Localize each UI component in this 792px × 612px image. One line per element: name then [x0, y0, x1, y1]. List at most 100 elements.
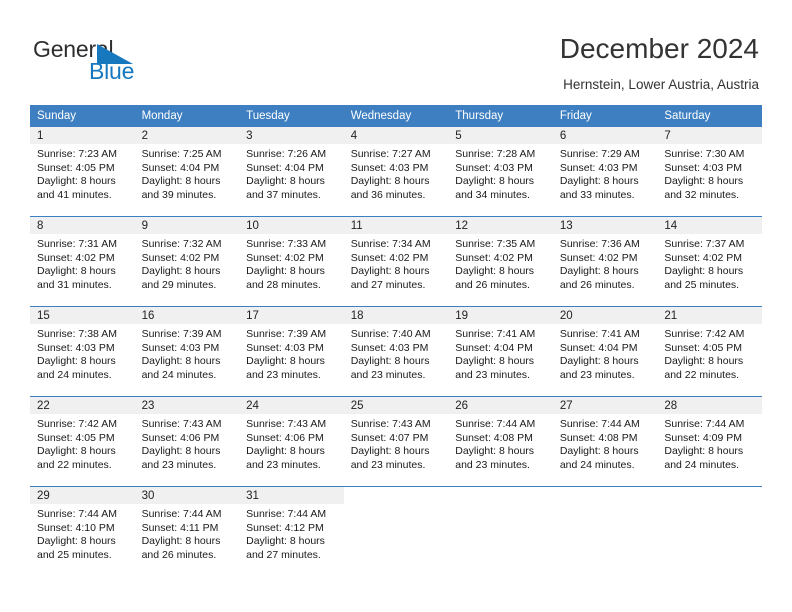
calendar-day-cell[interactable]: 30 Sunrise: 7:44 AM Sunset: 4:11 PM Dayl…: [134, 486, 240, 576]
sunset-text: Sunset: 4:03 PM: [350, 341, 429, 354]
calendar-day-cell[interactable]: 5 Sunrise: 7:28 AM Sunset: 4:03 PM Dayli…: [448, 127, 553, 217]
daylight-text-line1: Daylight: 8 hours: [559, 265, 639, 278]
sunset-text: Sunset: 4:02 PM: [455, 251, 533, 264]
calendar-day-cell[interactable]: 3 Sunrise: 7:26 AM Sunset: 4:04 PM Dayli…: [239, 127, 344, 217]
calendar-day-cell[interactable]: 11 Sunrise: 7:34 AM Sunset: 4:02 PM Dayl…: [343, 216, 449, 307]
calendar-day-cell[interactable]: 22 Sunrise: 7:42 AM Sunset: 4:05 PM Dayl…: [30, 396, 135, 487]
sunrise-text: Sunrise: 7:36 AM: [559, 238, 640, 250]
daylight-text-line2: and 24 minutes.: [664, 458, 740, 471]
sunset-text: Sunset: 4:03 PM: [246, 341, 324, 354]
page-title: December 2024: [559, 33, 759, 64]
calendar-day-cell[interactable]: 17 Sunrise: 7:39 AM Sunset: 4:03 PM Dayl…: [239, 306, 344, 397]
daylight-text-line1: Daylight: 8 hours: [664, 445, 744, 458]
daylight-text-line1: Daylight: 8 hours: [455, 175, 535, 188]
sunset-text: Sunset: 4:10 PM: [37, 521, 115, 534]
sunset-text: Sunset: 4:02 PM: [246, 251, 324, 264]
calendar-day-cell[interactable]: 16 Sunrise: 7:39 AM Sunset: 4:03 PM Dayl…: [134, 306, 240, 397]
sunset-text: Sunset: 4:02 PM: [664, 251, 743, 264]
calendar-day-cell[interactable]: 28 Sunrise: 7:44 AM Sunset: 4:09 PM Dayl…: [657, 396, 762, 487]
calendar-week-row: 29 Sunrise: 7:44 AM Sunset: 4:10 PM Dayl…: [30, 486, 762, 576]
daylight-text-line1: Daylight: 8 hours: [246, 445, 325, 458]
calendar-day-cell[interactable]: 18 Sunrise: 7:40 AM Sunset: 4:03 PM Dayl…: [343, 306, 449, 397]
sunset-text: Sunset: 4:04 PM: [141, 161, 220, 174]
calendar-day-cell[interactable]: 10 Sunrise: 7:33 AM Sunset: 4:02 PM Dayl…: [239, 216, 344, 307]
calendar-day-cell[interactable]: 14 Sunrise: 7:37 AM Sunset: 4:02 PM Dayl…: [657, 216, 762, 307]
daylight-text-line2: and 28 minutes.: [246, 278, 321, 291]
daylight-text-line1: Daylight: 8 hours: [350, 265, 430, 278]
day-number: 31: [246, 490, 259, 502]
calendar-day-cell[interactable]: 7 Sunrise: 7:30 AM Sunset: 4:03 PM Dayli…: [657, 127, 762, 217]
day-number: 28: [664, 400, 678, 412]
calendar-day-cell[interactable]: 19 Sunrise: 7:41 AM Sunset: 4:04 PM Dayl…: [448, 306, 553, 397]
sunrise-text: Sunrise: 7:44 AM: [559, 418, 640, 430]
day-number: 5: [455, 130, 462, 142]
daylight-text-line2: and 24 minutes.: [37, 368, 112, 381]
calendar-day-cell[interactable]: 31 Sunrise: 7:44 AM Sunset: 4:12 PM Dayl…: [239, 486, 344, 576]
daylight-text-line1: Daylight: 8 hours: [37, 265, 116, 278]
calendar-day-cell[interactable]: 4 Sunrise: 7:27 AM Sunset: 4:03 PM Dayli…: [343, 127, 449, 217]
calendar-day-cell[interactable]: 20 Sunrise: 7:41 AM Sunset: 4:04 PM Dayl…: [552, 306, 658, 397]
sunset-text: Sunset: 4:06 PM: [246, 431, 324, 444]
daylight-text-line1: Daylight: 8 hours: [350, 175, 430, 188]
daylight-text-line2: and 23 minutes.: [455, 368, 530, 381]
daylight-text-line2: and 23 minutes.: [455, 458, 530, 471]
general-blue-logo[interactable]: General Blue: [33, 36, 233, 86]
calendar-day-cell[interactable]: 12 Sunrise: 7:35 AM Sunset: 4:02 PM Dayl…: [448, 216, 553, 307]
daylight-text-line2: and 24 minutes.: [559, 458, 635, 471]
day-number: 6: [559, 130, 567, 142]
calendar-body: 1 Sunrise: 7:23 AM Sunset: 4:05 PM Dayli…: [30, 127, 762, 576]
calendar-week-row: 1 Sunrise: 7:23 AM Sunset: 4:05 PM Dayli…: [30, 127, 762, 217]
daylight-text-line1: Daylight: 8 hours: [141, 535, 221, 548]
calendar-day-cell[interactable]: 21 Sunrise: 7:42 AM Sunset: 4:05 PM Dayl…: [657, 306, 762, 397]
calendar-day-cell[interactable]: 8 Sunrise: 7:31 AM Sunset: 4:02 PM Dayli…: [30, 216, 135, 307]
sunrise-text: Sunrise: 7:43 AM: [141, 418, 222, 430]
sunrise-text: Sunrise: 7:26 AM: [246, 148, 327, 160]
calendar-day-cell[interactable]: 9 Sunrise: 7:32 AM Sunset: 4:02 PM Dayli…: [134, 216, 240, 307]
calendar-day-cell[interactable]: 24 Sunrise: 7:43 AM Sunset: 4:06 PM Dayl…: [239, 396, 344, 487]
daylight-text-line1: Daylight: 8 hours: [37, 355, 116, 368]
sunset-text: Sunset: 4:03 PM: [37, 341, 115, 354]
sunset-text: Sunset: 4:05 PM: [664, 341, 743, 354]
calendar-day-cell[interactable]: 23 Sunrise: 7:43 AM Sunset: 4:06 PM Dayl…: [134, 396, 240, 487]
calendar-day-cell[interactable]: 15 Sunrise: 7:38 AM Sunset: 4:03 PM Dayl…: [30, 306, 135, 397]
daylight-text-line2: and 23 minutes.: [246, 368, 321, 381]
day-number: 18: [350, 310, 364, 322]
calendar-weekday-header-row: Sunday Monday Tuesday Wednesday Thursday…: [30, 105, 762, 127]
sunset-text: Sunset: 4:05 PM: [37, 431, 115, 444]
day-number: 22: [37, 400, 50, 412]
daylight-text-line1: Daylight: 8 hours: [455, 445, 535, 458]
sunrise-text: Sunrise: 7:44 AM: [664, 418, 745, 430]
calendar-day-cell-empty: [552, 486, 658, 576]
daylight-text-line1: Daylight: 8 hours: [141, 175, 221, 188]
calendar-day-cell[interactable]: 26 Sunrise: 7:44 AM Sunset: 4:08 PM Dayl…: [448, 396, 553, 487]
sunrise-text: Sunrise: 7:32 AM: [141, 238, 222, 250]
calendar-day-cell[interactable]: 13 Sunrise: 7:36 AM Sunset: 4:02 PM Dayl…: [552, 216, 658, 307]
day-number: 8: [37, 220, 44, 232]
sunset-text: Sunset: 4:05 PM: [37, 161, 115, 174]
sunset-text: Sunset: 4:08 PM: [559, 431, 638, 444]
daylight-text-line1: Daylight: 8 hours: [246, 355, 325, 368]
daylight-text-line2: and 22 minutes.: [664, 368, 740, 381]
calendar-day-cell[interactable]: 27 Sunrise: 7:44 AM Sunset: 4:08 PM Dayl…: [552, 396, 658, 487]
sunrise-text: Sunrise: 7:44 AM: [246, 508, 327, 520]
sunset-text: Sunset: 4:03 PM: [664, 161, 743, 174]
sunrise-text: Sunrise: 7:42 AM: [37, 418, 117, 430]
day-number: 10: [246, 220, 259, 232]
calendar-day-cell[interactable]: 29 Sunrise: 7:44 AM Sunset: 4:10 PM Dayl…: [30, 486, 135, 576]
sunrise-text: Sunrise: 7:44 AM: [455, 418, 536, 430]
calendar-day-cell[interactable]: 25 Sunrise: 7:43 AM Sunset: 4:07 PM Dayl…: [343, 396, 449, 487]
daylight-text-line2: and 23 minutes.: [350, 368, 426, 381]
calendar-week-row: 22 Sunrise: 7:42 AM Sunset: 4:05 PM Dayl…: [30, 396, 762, 487]
calendar-day-cell[interactable]: 2 Sunrise: 7:25 AM Sunset: 4:04 PM Dayli…: [134, 127, 240, 217]
daylight-text-line1: Daylight: 8 hours: [141, 355, 221, 368]
sunrise-text: Sunrise: 7:34 AM: [350, 238, 431, 250]
calendar-table: Sunday Monday Tuesday Wednesday Thursday…: [30, 105, 762, 576]
calendar-day-cell[interactable]: 6 Sunrise: 7:29 AM Sunset: 4:03 PM Dayli…: [552, 127, 658, 217]
calendar-day-cell[interactable]: 1 Sunrise: 7:23 AM Sunset: 4:05 PM Dayli…: [30, 127, 135, 217]
weekday-header-wednesday: Wednesday: [343, 105, 449, 127]
sunrise-text: Sunrise: 7:44 AM: [37, 508, 117, 520]
day-number: 21: [664, 310, 678, 322]
daylight-text-line1: Daylight: 8 hours: [350, 445, 430, 458]
daylight-text-line1: Daylight: 8 hours: [37, 175, 116, 188]
sunset-text: Sunset: 4:08 PM: [455, 431, 533, 444]
